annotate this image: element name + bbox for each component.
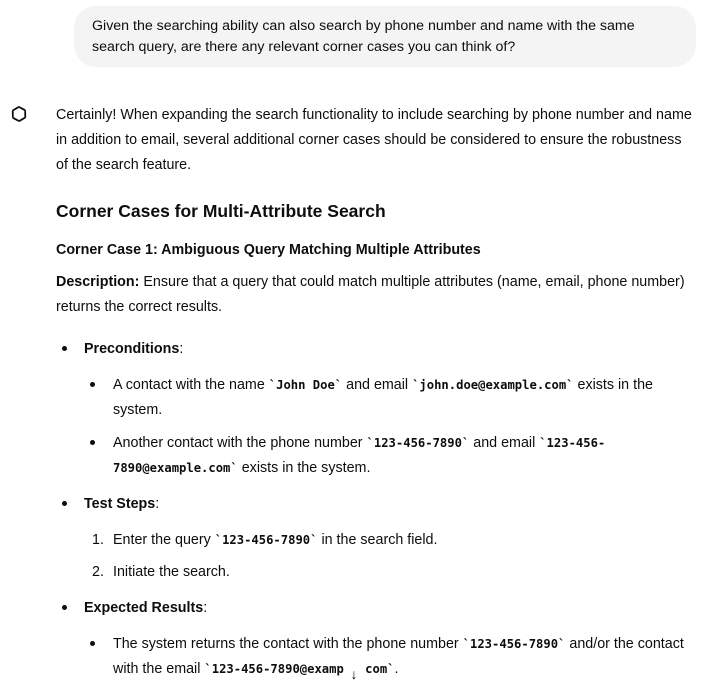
openai-logo-icon: [8, 103, 30, 125]
description-label: Description:: [56, 274, 140, 290]
text-span: and email: [342, 377, 413, 393]
text-span: Another contact with the phone number: [113, 435, 367, 451]
step-2-text: Initiate the search.: [113, 564, 230, 580]
step-2-number: 2.: [92, 564, 104, 580]
inline-code: `John Doe`: [268, 378, 343, 392]
intro-line-2: in addition to email, several additional…: [56, 132, 682, 148]
inline-code: 7890@example.com`: [113, 461, 238, 475]
expected-results-heading: Expected Results:: [84, 596, 207, 621]
text-span: exists in the system.: [237, 460, 371, 476]
bullet-dot: [90, 382, 95, 387]
text-span: in the search field.: [317, 532, 438, 548]
scroll-to-bottom-button[interactable]: ↓: [344, 664, 364, 683]
intro-line-1: Certainly! When expanding the search fun…: [56, 107, 692, 123]
test-steps-label: Test Steps: [84, 496, 156, 512]
preconditions-colon: :: [179, 341, 184, 357]
user-message-bubble: Given the searching ability can also sea…: [74, 6, 696, 67]
preconditions-label: Preconditions: [84, 341, 180, 357]
text-span: with the email: [113, 661, 205, 677]
inline-code: `123-456-7890`: [214, 533, 318, 547]
text-span: and/or the contact: [565, 636, 684, 652]
assistant-intro-paragraph: Certainly! When expanding the search fun…: [56, 103, 706, 178]
chat-page: Given the searching ability can also sea…: [0, 0, 718, 683]
corner-case-heading: Corner Case 1: Ambiguous Query Matching …: [56, 242, 481, 258]
bullet-dot: [90, 440, 95, 445]
text-span: A contact with the name: [113, 377, 269, 393]
text-span: and email: [469, 435, 540, 451]
bullet-dot: [62, 346, 67, 351]
inline-code: `123-456-7890`: [366, 436, 470, 450]
precondition-2-line-1: Another contact with the phone number `1…: [113, 431, 605, 456]
step-1-number: 1.: [92, 532, 104, 548]
intro-line-3: of the search feature.: [56, 157, 192, 173]
text-span: exists in the: [573, 377, 653, 393]
precondition-1-line-2: system.: [113, 402, 163, 418]
description-line-1: Description: Ensure that a query that co…: [56, 270, 696, 295]
bullet-dot: [90, 641, 95, 646]
description-line-2: returns the correct results.: [56, 299, 223, 315]
user-message-line-1: Given the searching ability can also sea…: [92, 18, 635, 34]
precondition-1-line-1: A contact with the name `John Doe` and e…: [113, 373, 653, 398]
expected-1-line-1: The system returns the contact with the …: [113, 632, 684, 657]
text-span: Enter the query: [113, 532, 215, 548]
step-1-text: Enter the query `123-456-7890` in the se…: [113, 528, 437, 553]
inline-code: `123-456-7890`: [462, 637, 566, 651]
section-heading: Corner Cases for Multi-Attribute Search: [56, 201, 386, 221]
text-span: The system returns the contact with the …: [113, 636, 463, 652]
description-paragraph: Description: Ensure that a query that co…: [56, 270, 696, 320]
inline-code: `123-456-7890@examp: [204, 662, 344, 676]
expected-results-colon: :: [203, 600, 208, 616]
arrow-down-icon: ↓: [350, 666, 358, 682]
text-span: .: [394, 661, 399, 677]
test-steps-heading: Test Steps:: [84, 492, 159, 517]
inline-code: `123-456-: [539, 436, 606, 450]
test-steps-colon: :: [155, 496, 160, 512]
precondition-2-line-2: 7890@example.com` exists in the system.: [113, 456, 370, 481]
expected-results-label: Expected Results: [84, 600, 204, 616]
inline-code: `john.doe@example.com`: [412, 378, 574, 392]
preconditions-heading: Preconditions:: [84, 337, 183, 362]
bullet-dot: [62, 605, 67, 610]
bullet-dot: [62, 501, 67, 506]
user-message-line-2: search query, are there any relevant cor…: [92, 39, 516, 55]
description-text: Ensure that a query that could match mul…: [139, 274, 685, 290]
